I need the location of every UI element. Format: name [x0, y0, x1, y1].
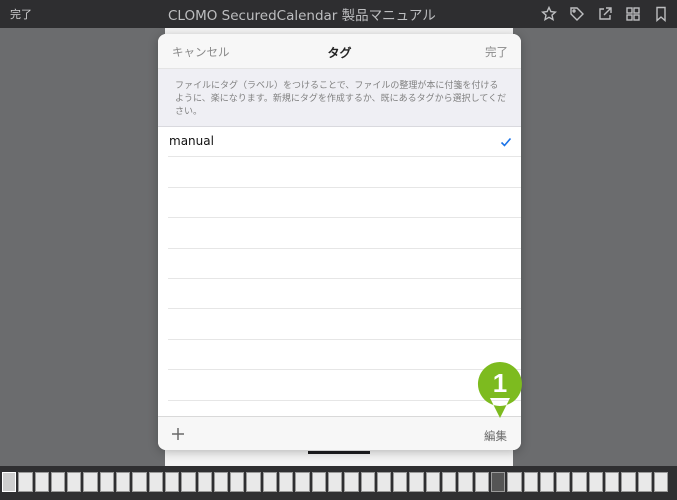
tag-row[interactable] — [168, 370, 521, 401]
tag-row[interactable] — [168, 340, 521, 371]
page-thumbnail[interactable] — [604, 472, 620, 492]
page-thumbnail[interactable] — [621, 472, 636, 492]
page-thumbnail[interactable] — [523, 472, 538, 492]
page-indicator — [308, 451, 370, 454]
page-thumbnail[interactable] — [376, 472, 392, 492]
dialog-done-button[interactable]: 完了 — [485, 44, 508, 60]
page-thumbnail[interactable] — [279, 472, 294, 492]
page-thumbnail[interactable] — [213, 472, 229, 492]
page-thumbnail[interactable] — [425, 472, 441, 492]
page-thumbnail[interactable] — [34, 472, 49, 492]
page-thumbnail[interactable] — [132, 472, 147, 492]
checkmark-icon — [499, 134, 513, 148]
dialog-header: キャンセル タグ 完了 — [158, 34, 521, 69]
page-thumbnail[interactable] — [311, 472, 326, 492]
dialog-footer: 編集 — [158, 416, 521, 450]
dialog-description: ファイルにタグ（ラベル）をつけることで、ファイルの整理が本に付箋を付けるように、… — [158, 69, 521, 127]
page-thumbnail[interactable] — [181, 472, 196, 492]
page-thumbnail[interactable] — [490, 472, 506, 492]
page-thumbnail[interactable] — [653, 472, 669, 492]
plus-icon[interactable] — [171, 426, 185, 440]
page-thumbnail[interactable] — [197, 472, 212, 492]
thumbnail-list — [2, 472, 669, 492]
tag-row[interactable] — [168, 157, 521, 188]
done-button[interactable]: 完了 — [10, 6, 32, 22]
tag-row[interactable] — [168, 309, 521, 340]
page-thumbnail[interactable] — [572, 472, 587, 492]
page-thumbnail[interactable] — [507, 472, 522, 492]
toolbar-icons — [539, 4, 671, 24]
tag-dialog: キャンセル タグ 完了 ファイルにタグ（ラベル）をつけることで、ファイルの整理が… — [158, 34, 521, 450]
tag-icon[interactable] — [567, 4, 587, 24]
page-thumbnail[interactable] — [230, 472, 245, 492]
page-thumbnail[interactable] — [556, 472, 571, 492]
tag-row[interactable]: manual — [168, 127, 521, 158]
page-thumbnail[interactable] — [539, 472, 555, 492]
star-icon[interactable] — [539, 4, 559, 24]
annotation-marker: 1 — [476, 360, 524, 420]
page-thumbnail[interactable] — [262, 472, 278, 492]
page-thumbnail[interactable] — [327, 472, 343, 492]
tag-label: manual — [169, 134, 214, 148]
page-thumbnail[interactable] — [2, 472, 17, 492]
top-toolbar: 完了 CLOMO SecuredCalendar 製品マニュアル — [0, 0, 677, 28]
page-thumbnail[interactable] — [18, 472, 33, 492]
page-thumbnail[interactable] — [246, 472, 261, 492]
page-thumbnail[interactable] — [442, 472, 457, 492]
page-thumbnail[interactable] — [344, 472, 359, 492]
tag-list: manual — [158, 127, 521, 401]
page-thumbnail[interactable] — [458, 472, 473, 492]
page-thumbnail[interactable] — [116, 472, 131, 492]
page-thumbnail[interactable] — [360, 472, 375, 492]
page-thumbnail[interactable] — [50, 472, 66, 492]
document-title: CLOMO SecuredCalendar 製品マニュアル — [168, 8, 436, 24]
tag-row[interactable] — [168, 279, 521, 310]
edit-button[interactable]: 編集 — [484, 428, 507, 444]
page-thumbnail[interactable] — [164, 472, 180, 492]
page-thumbnail[interactable] — [409, 472, 424, 492]
page-thumbnail[interactable] — [295, 472, 310, 492]
page-thumbnail[interactable] — [99, 472, 115, 492]
tag-row[interactable] — [168, 188, 521, 219]
annotation-number: 1 — [492, 368, 508, 398]
page-thumbnail[interactable] — [148, 472, 163, 492]
page-thumbnail[interactable] — [393, 472, 408, 492]
tag-row[interactable] — [168, 249, 521, 279]
thumbnail-strip[interactable] — [0, 466, 677, 500]
dialog-title: タグ — [327, 46, 352, 60]
page-thumbnail[interactable] — [588, 472, 603, 492]
grid-icon[interactable] — [623, 4, 643, 24]
page-thumbnail[interactable] — [637, 472, 652, 492]
page-thumbnail[interactable] — [474, 472, 489, 492]
bookmark-icon[interactable] — [651, 4, 671, 24]
description-text: ファイルにタグ（ラベル）をつけることで、ファイルの整理が本に付箋を付けるように、… — [175, 81, 507, 117]
share-icon[interactable] — [595, 4, 615, 24]
tag-row[interactable] — [168, 218, 521, 249]
page-thumbnail[interactable] — [67, 472, 82, 492]
page-thumbnail[interactable] — [83, 472, 98, 492]
